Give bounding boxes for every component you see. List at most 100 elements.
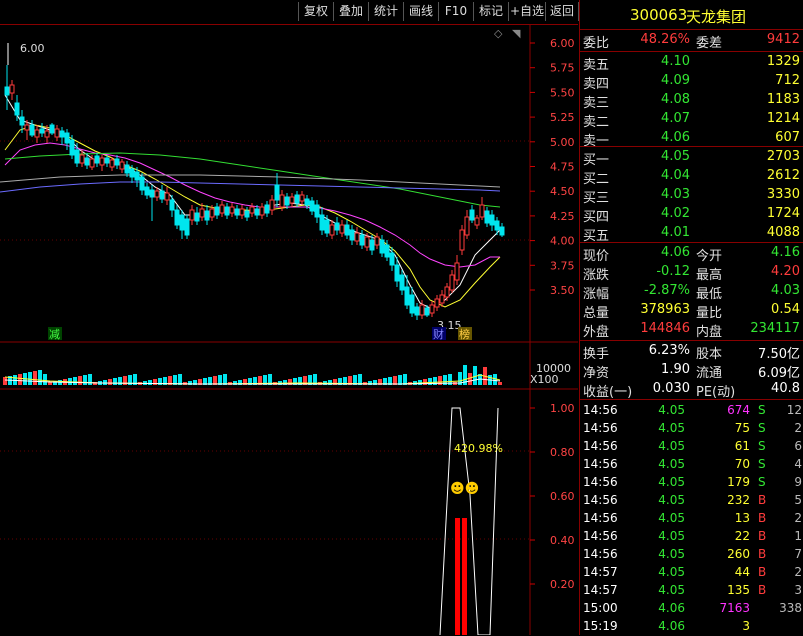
level-volume: 2703: [766, 149, 800, 164]
fundamental-row: 换手 6.23% 股本 7.50亿: [583, 343, 800, 362]
level-volume: 4088: [766, 225, 800, 240]
volume-bar: [33, 371, 37, 385]
candle-body: [499, 226, 505, 236]
bid-level[interactable]: 买二 4.04 2612: [580, 167, 803, 187]
candle-body: [94, 155, 100, 164]
trade-row: 14:56 4.05 61 S 6: [583, 439, 802, 453]
ask-level[interactable]: 卖二 4.07 1214: [580, 110, 803, 130]
reduce-mark[interactable]: 减: [49, 328, 60, 341]
ask-level[interactable]: 卖四 4.09 712: [580, 72, 803, 92]
candle-body: [79, 154, 85, 164]
volume-bar: [498, 382, 502, 385]
quote-row: 涨幅 -2.87% 最低 4.03: [583, 283, 800, 302]
chart-toolbar: 复权 叠加 统计 画线 F10 标记 +自选 返回: [0, 0, 579, 25]
level-label: 买一: [583, 153, 610, 168]
bid-level[interactable]: 买三 4.03 3330: [580, 186, 803, 206]
candle-body: [239, 208, 245, 216]
overlay-button[interactable]: 叠加: [333, 2, 368, 21]
quote-row: 外盘 144846 内盘 234117: [583, 321, 800, 340]
candle-body: [149, 189, 155, 198]
candle-body: [374, 236, 380, 246]
ask-level[interactable]: 卖五 4.10 1329: [580, 53, 803, 73]
candle-body: [249, 206, 255, 214]
candle-body: [439, 294, 445, 304]
candle-body: [324, 219, 330, 234]
candle-body: [4, 86, 10, 96]
candle-body: [469, 209, 475, 221]
candle-body: [259, 206, 265, 216]
collapse-arrow-icon[interactable]: ◥: [512, 27, 521, 40]
candle-body: [479, 204, 485, 218]
restore-rights-button[interactable]: 复权: [298, 2, 333, 21]
volume-bar: [78, 376, 82, 385]
trade-row: 14:56 4.05 674 S 12: [583, 403, 802, 417]
candle-body: [384, 244, 390, 258]
draw-line-button[interactable]: 画线: [403, 2, 438, 21]
candle-body: [179, 214, 185, 231]
candle-body: [114, 158, 120, 166]
candle-body: [414, 306, 420, 316]
bid-level[interactable]: 买一 4.05 2703: [580, 148, 803, 168]
candle-body: [104, 157, 110, 164]
add-favorite-button[interactable]: +自选: [508, 2, 545, 21]
level-price: 4.06: [661, 130, 690, 145]
statistics-button[interactable]: 统计: [368, 2, 403, 21]
level-volume: 3330: [766, 187, 800, 202]
back-button[interactable]: 返回: [545, 2, 579, 21]
candle-body: [279, 194, 285, 208]
candle-body: [29, 124, 35, 136]
candle-body: [304, 198, 310, 206]
candle-body: [9, 84, 15, 94]
weibi-value: 48.26%: [640, 32, 690, 47]
volume-bar: [28, 372, 32, 385]
candle-body: [339, 224, 345, 234]
candle-body: [99, 157, 105, 166]
volume-bar: [153, 379, 157, 385]
candle-body: [199, 208, 205, 218]
candle-body: [59, 130, 65, 138]
level-volume: 607: [775, 130, 800, 145]
candle-body: [394, 264, 400, 282]
ask-level[interactable]: 卖三 4.08 1183: [580, 91, 803, 111]
mark-button[interactable]: 标记: [473, 2, 508, 21]
candle-body: [209, 208, 215, 218]
level-volume: 1329: [766, 54, 800, 69]
candle-body: [154, 190, 160, 198]
candle-body: [329, 224, 335, 236]
volume-bar: [468, 373, 472, 385]
weibi-row: 委比 48.26% 委差 9412: [583, 32, 800, 51]
finance-mark[interactable]: 财: [433, 327, 444, 341]
level-label: 买四: [583, 210, 610, 225]
kline-chart[interactable]: 6.00 5.75 5.50 5.25 5.00 4.75 4.50 4.25 4.00 3.75…: [0, 25, 578, 635]
price-tick: 3.50: [550, 284, 575, 297]
rank-mark[interactable]: 榜: [459, 327, 470, 341]
f10-button[interactable]: F10: [438, 2, 473, 21]
candle-body: [299, 194, 305, 202]
candle-body: [354, 232, 360, 242]
indicator-axis: 1.00 0.80 0.60 0.40 0.20: [530, 402, 575, 591]
price-tick: 4.75: [550, 161, 575, 174]
candle-body: [169, 199, 175, 211]
trade-row: 14:56 4.05 179 S 9: [583, 475, 802, 489]
volume-bar: [473, 366, 477, 385]
price-tick: 5.25: [550, 111, 575, 124]
level-volume: 1183: [766, 92, 800, 107]
candle-body: [24, 124, 30, 131]
diamond-icon[interactable]: ◇: [494, 27, 503, 40]
level-price: 4.08: [661, 92, 690, 107]
candle-body: [399, 274, 405, 291]
candle-body: [204, 210, 210, 221]
bid-level[interactable]: 买五 4.01 4088: [580, 224, 803, 244]
level-volume: 2612: [766, 168, 800, 183]
bid-level[interactable]: 买四 4.02 1724: [580, 205, 803, 225]
candle-body: [194, 212, 200, 222]
fundamental-row: 收益(一) 0.030 PE(动) 40.8: [583, 381, 800, 400]
candle-body: [129, 168, 135, 178]
quote-row: 总量 378963 量比 0.54: [583, 302, 800, 321]
candle-body: [429, 304, 435, 314]
volume-bar: [38, 370, 42, 385]
candle-body: [234, 208, 240, 216]
candle-body: [454, 262, 460, 281]
level-volume: 1724: [766, 206, 800, 221]
volume-bar: [103, 380, 107, 385]
